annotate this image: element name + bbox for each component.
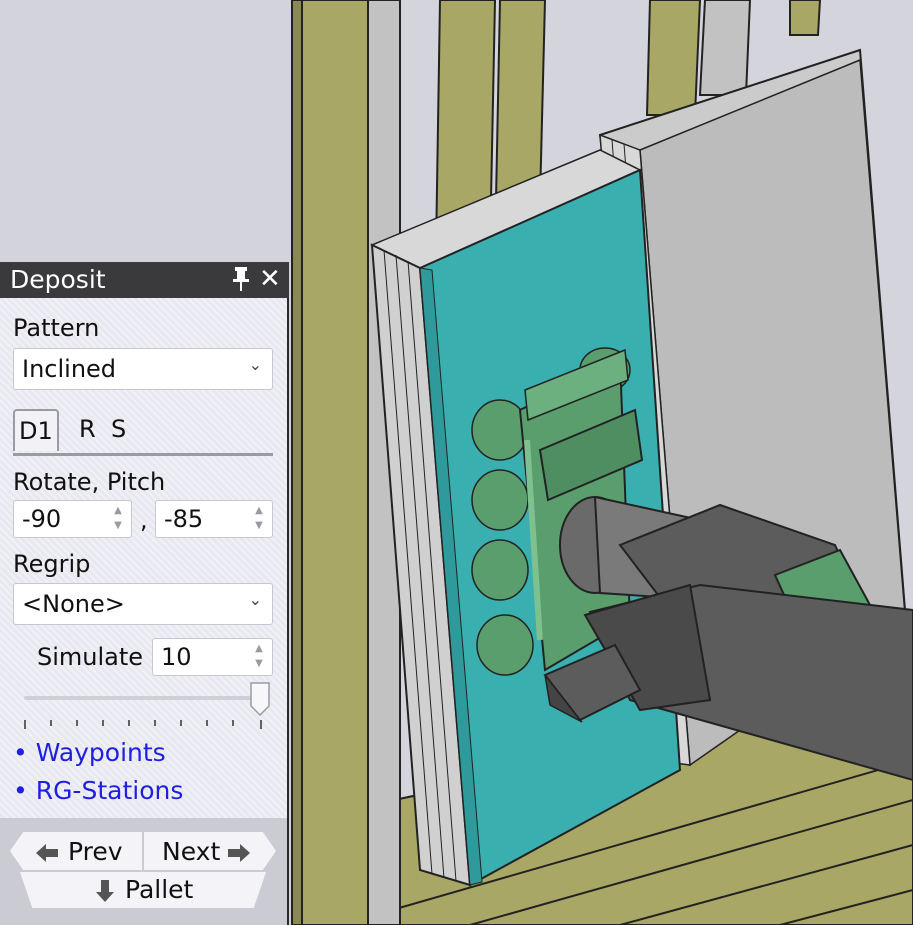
arrow-down-icon: [96, 880, 114, 902]
pallet-label: Pallet: [125, 875, 194, 904]
rotate-pitch-separator: ,: [140, 506, 148, 534]
pitch-value: -85: [164, 505, 204, 533]
chevron-down-icon: ⌄: [248, 355, 262, 374]
rg-stations-link[interactable]: • RG-Stations: [13, 776, 183, 805]
pattern-label: Pattern: [13, 314, 100, 342]
simulate-input[interactable]: 10 ▲ ▼: [152, 638, 273, 676]
rotate-spinner-icon[interactable]: ▲ ▼: [111, 503, 125, 535]
panel-title: Deposit: [10, 265, 106, 294]
regrip-value: <None>: [22, 590, 125, 618]
next-button[interactable]: Next: [144, 832, 276, 870]
tab-r[interactable]: R: [79, 409, 96, 449]
arrow-right-icon: [228, 844, 250, 862]
pattern-dropdown[interactable]: Inclined ⌄: [13, 348, 273, 390]
simulate-spinner-icon[interactable]: ▲ ▼: [252, 641, 266, 673]
pitch-spinner-icon[interactable]: ▲ ▼: [252, 503, 266, 535]
arrow-left-icon: [36, 844, 58, 862]
tab-bar: D1 R S: [13, 407, 273, 456]
simulate-slider-thumb[interactable]: [250, 682, 270, 716]
regrip-dropdown[interactable]: <None> ⌄: [13, 583, 273, 625]
simulate-value: 10: [161, 643, 192, 671]
pin-icon[interactable]: [231, 265, 251, 293]
rotate-input[interactable]: -90 ▲ ▼: [13, 500, 132, 538]
waypoints-link[interactable]: • Waypoints: [13, 738, 166, 767]
slider-ticks: [24, 720, 262, 729]
rotate-value: -90: [22, 505, 62, 533]
pattern-value: Inclined: [22, 355, 117, 383]
chevron-down-icon: ⌄: [248, 590, 262, 609]
deposit-panel: Deposit ✕ Pattern Inclined ⌄ D1 R S Rota…: [0, 262, 289, 925]
navigation-bar: Prev Next Pallet: [0, 818, 287, 925]
regrip-label: Regrip: [13, 550, 91, 578]
pitch-input[interactable]: -85 ▲ ▼: [155, 500, 273, 538]
prev-label: Prev: [68, 837, 123, 866]
simulate-slider-track[interactable]: [24, 696, 262, 700]
pallet-button[interactable]: Pallet: [20, 872, 266, 908]
tab-d1[interactable]: D1: [13, 409, 59, 451]
simulate-label: Simulate: [37, 643, 144, 671]
panel-titlebar: Deposit ✕: [0, 262, 289, 298]
close-icon[interactable]: ✕: [259, 262, 281, 296]
tab-s[interactable]: S: [111, 409, 126, 449]
next-label: Next: [162, 837, 221, 866]
prev-button[interactable]: Prev: [10, 832, 142, 870]
rotate-pitch-label: Rotate, Pitch: [13, 468, 166, 496]
